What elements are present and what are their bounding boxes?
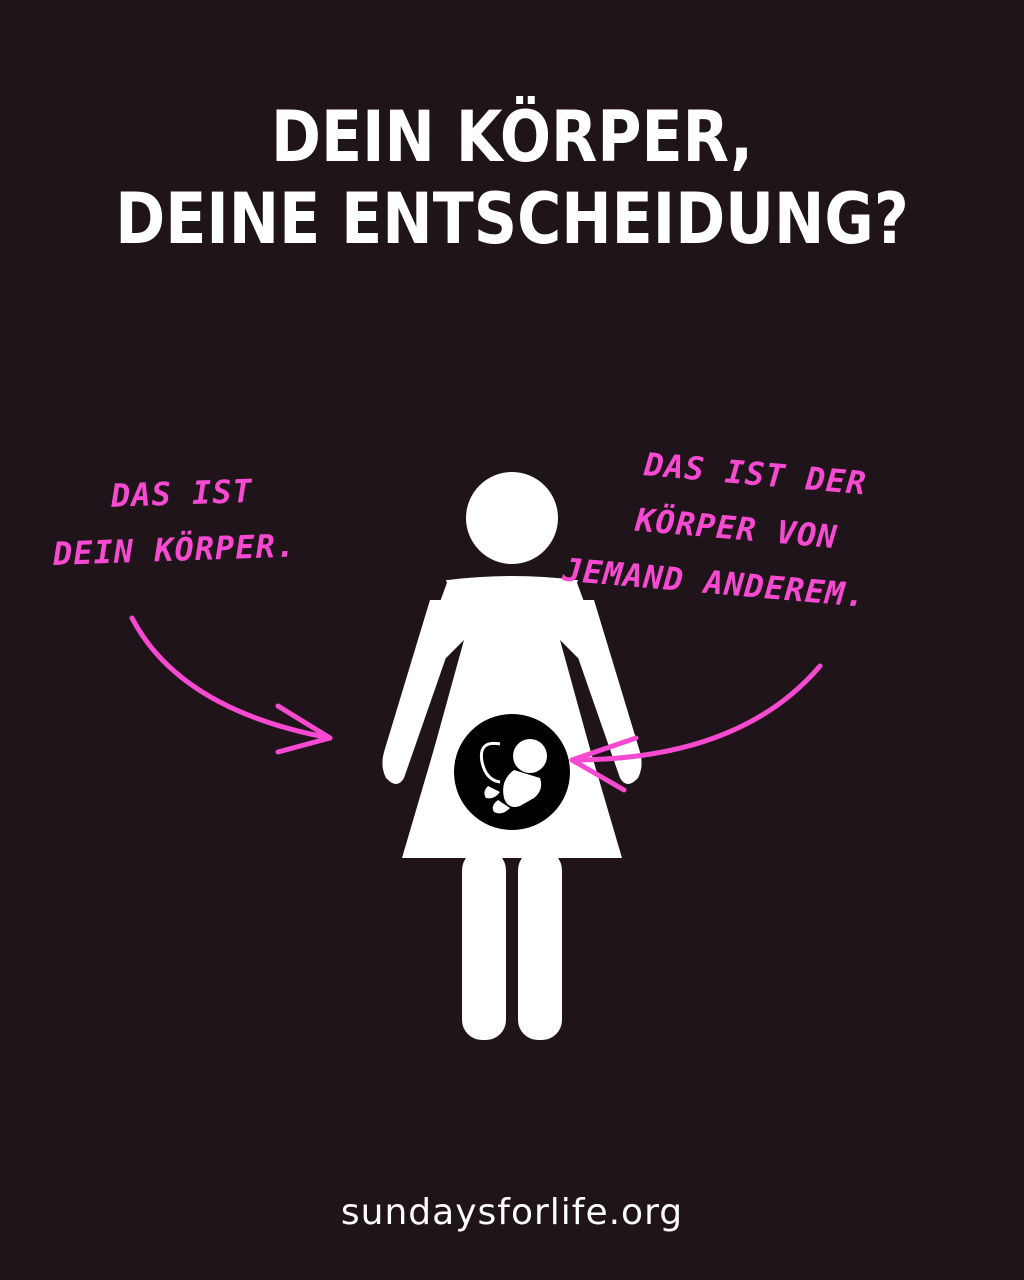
left-arrow-icon	[129, 615, 333, 755]
annotation-left: Das ist dein Körper.	[50, 462, 297, 582]
poster: DEIN KÖRPER, DEINE ENTSCHEIDUNG? DAS IST…	[0, 0, 1024, 1280]
footer-url: sundaysforlife.org	[340, 1192, 684, 1233]
annotation-left-line-2: dein Körper.	[52, 526, 297, 573]
arrows	[129, 615, 823, 793]
annotation-right: Das ist der Körper von jemand anderem.	[560, 430, 877, 624]
right-arrow-icon	[569, 663, 823, 793]
annotation-left-line-1: Das ist	[110, 471, 254, 515]
